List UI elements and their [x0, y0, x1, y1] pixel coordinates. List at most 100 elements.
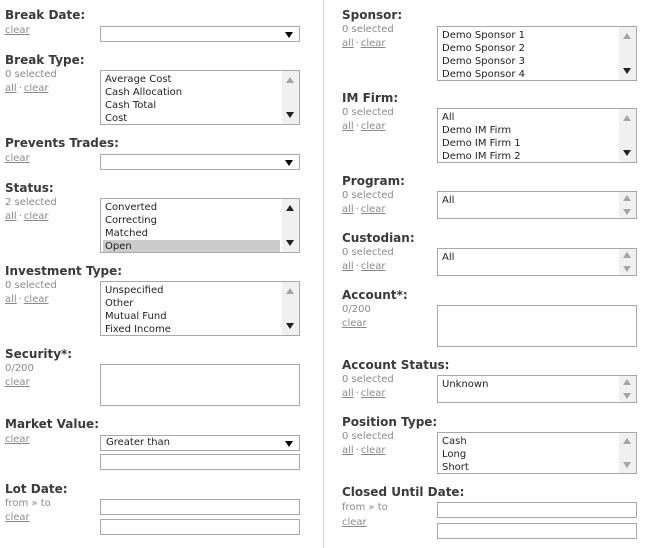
list-item[interactable]: All: [440, 194, 617, 207]
list-item[interactable]: Unknown: [440, 378, 617, 391]
custodian-listbox[interactable]: All: [437, 248, 637, 276]
market-value-operator-select[interactable]: Greater than: [100, 435, 300, 451]
list-item[interactable]: All: [440, 111, 617, 124]
list-item[interactable]: Demo IM Firm 2: [440, 150, 617, 162]
list-item[interactable]: Demo Sponsor 2: [440, 42, 617, 55]
scroll-up-icon[interactable]: [623, 438, 631, 444]
list-item[interactable]: All: [440, 251, 617, 264]
security-clear-link[interactable]: clear: [5, 377, 30, 388]
list-item[interactable]: Demo Sponsor 3: [440, 55, 617, 68]
list-item[interactable]: Cash: [440, 435, 617, 448]
program-all-link[interactable]: all: [342, 204, 354, 215]
sponsor-clear-link[interactable]: clear: [361, 38, 386, 49]
scroll-up-icon[interactable]: [623, 115, 631, 121]
list-item[interactable]: Long: [440, 448, 617, 461]
scrollbar[interactable]: [619, 192, 636, 218]
sponsor-all-link[interactable]: all: [342, 38, 354, 49]
closed-until-date-clear-link[interactable]: clear: [342, 517, 367, 528]
account-status-listbox[interactable]: Unknown: [437, 375, 637, 403]
security-textarea[interactable]: [100, 364, 300, 406]
break-date-clear-link[interactable]: clear: [5, 25, 30, 36]
scroll-down-icon[interactable]: [286, 240, 294, 246]
scrollbar[interactable]: [619, 109, 636, 162]
market-value-clear-link[interactable]: clear: [5, 434, 30, 445]
break-type-listbox[interactable]: Average Cost Cash Allocation Cash Total …: [100, 70, 300, 125]
list-item[interactable]: Matched: [103, 227, 280, 240]
list-item[interactable]: Cash Total: [103, 99, 280, 112]
list-item[interactable]: Demo IM Firm: [440, 124, 617, 137]
scrollbar[interactable]: [282, 199, 299, 252]
scrollbar[interactable]: [282, 282, 299, 335]
position-type-listbox[interactable]: Cash Long Short: [437, 432, 637, 474]
prevents-trades-clear-link[interactable]: clear: [5, 153, 30, 164]
status-listbox[interactable]: Converted Correcting Matched Open: [100, 198, 300, 253]
position-type-all-link[interactable]: all: [342, 445, 354, 456]
investment-type-listbox[interactable]: Unspecified Other Mutual Fund Fixed Inco…: [100, 281, 300, 336]
list-item[interactable]: Fixed Income: [103, 323, 280, 335]
scrollbar[interactable]: [619, 376, 636, 402]
list-item[interactable]: Other: [103, 297, 280, 310]
custodian-all-link[interactable]: all: [342, 261, 354, 272]
list-item[interactable]: Demo IM Firm 1: [440, 137, 617, 150]
scroll-up-icon[interactable]: [623, 33, 631, 39]
custodian-clear-link[interactable]: clear: [361, 261, 386, 272]
account-clear-link[interactable]: clear: [342, 318, 367, 329]
scrollbar[interactable]: [619, 27, 636, 80]
scroll-down-icon[interactable]: [623, 266, 631, 272]
scroll-up-icon[interactable]: [623, 252, 631, 258]
scrollbar[interactable]: [619, 249, 636, 275]
scroll-up-icon[interactable]: [623, 379, 631, 385]
scroll-down-icon[interactable]: [286, 323, 294, 329]
investment-type-title: Investment Type:: [5, 264, 123, 278]
scroll-up-icon[interactable]: [286, 205, 294, 211]
scrollbar[interactable]: [282, 71, 299, 124]
break-date-select[interactable]: [100, 26, 300, 42]
list-item[interactable]: Unspecified: [103, 284, 280, 297]
list-item[interactable]: Correcting: [103, 214, 280, 227]
scroll-down-icon[interactable]: [623, 393, 631, 399]
im-firm-listbox[interactable]: All Demo IM Firm Demo IM Firm 1 Demo IM …: [437, 108, 637, 163]
closed-until-date-to-input[interactable]: [437, 523, 637, 539]
account-status-all-link[interactable]: all: [342, 388, 354, 399]
account-textarea[interactable]: [437, 305, 637, 347]
im-firm-all-link[interactable]: all: [342, 121, 354, 132]
lot-date-to-input[interactable]: [100, 519, 300, 535]
scroll-down-icon[interactable]: [286, 112, 294, 118]
im-firm-section: IM Firm: 0 selected all · clear: [342, 91, 398, 134]
scroll-up-icon[interactable]: [623, 195, 631, 201]
list-item[interactable]: Cost: [103, 112, 280, 124]
sponsor-listbox[interactable]: Demo Sponsor 1 Demo Sponsor 2 Demo Spons…: [437, 26, 637, 81]
scroll-down-icon[interactable]: [623, 209, 631, 215]
scrollbar[interactable]: [619, 433, 636, 473]
program-clear-link[interactable]: clear: [361, 204, 386, 215]
account-status-clear-link[interactable]: clear: [361, 388, 386, 399]
list-item[interactable]: Short: [440, 461, 617, 473]
investment-type-all-link[interactable]: all: [5, 294, 17, 305]
prevents-trades-select[interactable]: [100, 154, 300, 170]
scroll-up-icon[interactable]: [286, 288, 294, 294]
list-item[interactable]: Cash Allocation: [103, 86, 280, 99]
list-item[interactable]: Converted: [103, 201, 280, 214]
im-firm-clear-link[interactable]: clear: [361, 121, 386, 132]
lot-date-from-input[interactable]: [100, 499, 300, 515]
scroll-down-icon[interactable]: [623, 462, 631, 468]
market-value-input[interactable]: [100, 454, 300, 470]
list-item-selected[interactable]: Open: [103, 240, 280, 252]
program-listbox[interactable]: All: [437, 191, 637, 219]
break-type-selected-count: 0 selected: [5, 69, 57, 80]
list-item[interactable]: Mutual Fund: [103, 310, 280, 323]
status-all-link[interactable]: all: [5, 211, 17, 222]
list-item[interactable]: Demo Sponsor 4: [440, 68, 617, 80]
list-item[interactable]: Demo Sponsor 1: [440, 29, 617, 42]
scroll-down-icon[interactable]: [623, 68, 631, 74]
scroll-down-icon[interactable]: [623, 150, 631, 156]
position-type-clear-link[interactable]: clear: [361, 445, 386, 456]
list-item[interactable]: Average Cost: [103, 73, 280, 86]
status-clear-link[interactable]: clear: [24, 211, 49, 222]
scroll-up-icon[interactable]: [286, 77, 294, 83]
lot-date-clear-link[interactable]: clear: [5, 512, 30, 523]
break-type-clear-link[interactable]: clear: [24, 83, 49, 94]
closed-until-date-from-input[interactable]: [437, 502, 637, 518]
break-type-all-link[interactable]: all: [5, 83, 17, 94]
investment-type-clear-link[interactable]: clear: [24, 294, 49, 305]
